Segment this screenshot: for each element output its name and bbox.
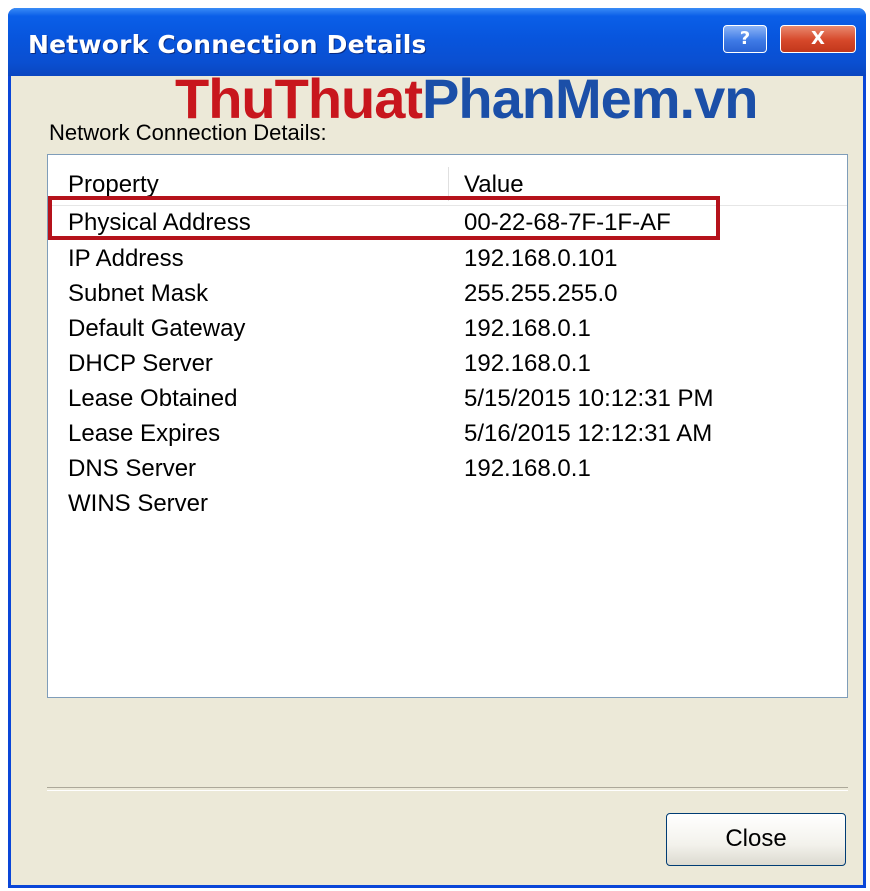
value-cell: 255.255.255.0: [464, 280, 618, 307]
property-cell: DNS Server: [68, 455, 197, 482]
table-row[interactable]: Subnet Mask 255.255.255.0: [48, 278, 847, 313]
close-icon: X: [811, 28, 825, 49]
table-row[interactable]: WINS Server: [48, 488, 847, 523]
property-cell: Lease Expires: [68, 420, 221, 447]
watermark-part-2: PhanMem.vn: [422, 67, 758, 130]
property-cell: WINS Server: [68, 490, 209, 517]
value-cell: 5/16/2015 12:12:31 AM: [464, 420, 713, 447]
value-cell: 192.168.0.1: [464, 350, 591, 377]
table-row[interactable]: IP Address 192.168.0.101: [48, 243, 847, 278]
button-separator: [47, 787, 848, 791]
property-cell: DHCP Server: [68, 350, 213, 377]
network-connection-details-dialog: Network Connection Details ? X Network C…: [8, 8, 866, 888]
title-close-button[interactable]: X: [780, 25, 856, 53]
column-header-value[interactable]: Value: [464, 171, 524, 199]
watermark-part-1: ThuThuat: [175, 67, 423, 130]
table-row[interactable]: DHCP Server 192.168.0.1: [48, 348, 847, 383]
help-icon: ?: [739, 28, 751, 49]
property-cell: Subnet Mask: [68, 280, 209, 307]
property-cell: IP Address: [68, 245, 184, 272]
table-row[interactable]: Default Gateway 192.168.0.1: [48, 313, 847, 348]
table-row[interactable]: DNS Server 192.168.0.1: [48, 453, 847, 488]
help-button[interactable]: ?: [723, 25, 767, 53]
property-cell: Default Gateway: [68, 315, 246, 342]
table-row[interactable]: Lease Expires 5/16/2015 12:12:31 AM: [48, 418, 847, 453]
close-button[interactable]: Close: [666, 813, 846, 866]
column-header-property[interactable]: Property: [68, 171, 159, 199]
window-title: Network Connection Details: [28, 30, 427, 59]
value-cell: 192.168.0.1: [464, 315, 591, 342]
property-cell: Lease Obtained: [68, 385, 238, 412]
highlight-annotation-box: [48, 196, 720, 240]
table-row[interactable]: Lease Obtained 5/15/2015 10:12:31 PM: [48, 383, 847, 418]
value-cell: 192.168.0.1: [464, 455, 591, 482]
watermark: ThuThuatPhanMem.vn: [175, 71, 758, 127]
value-cell: 192.168.0.101: [464, 245, 618, 272]
title-bar[interactable]: Network Connection Details ? X: [8, 8, 866, 76]
value-cell: 5/15/2015 10:12:31 PM: [464, 385, 714, 412]
